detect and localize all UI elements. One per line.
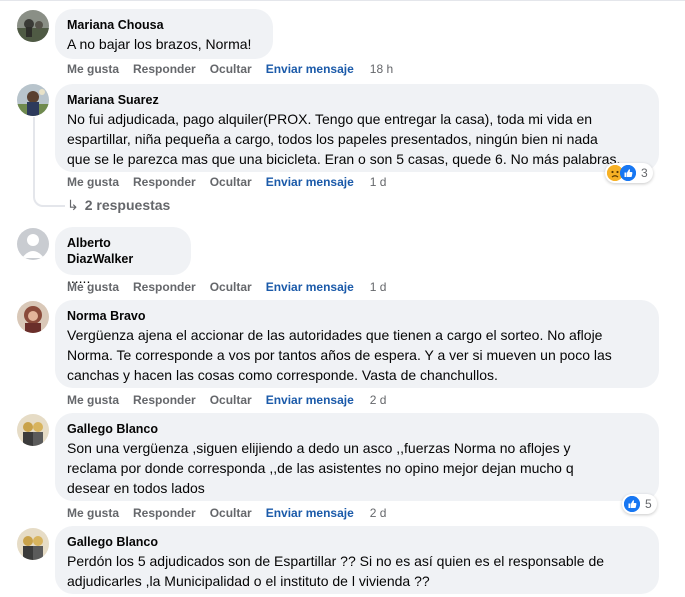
- comment-text: Son una vergüenza ,siguen elijiendo a de…: [67, 438, 647, 498]
- comment-author[interactable]: Mariana Suarez: [67, 92, 647, 108]
- like-link[interactable]: Me gusta: [67, 393, 119, 407]
- comment-actions: Me gusta Responder Ocultar Enviar mensaje 18…: [67, 62, 407, 76]
- comment-actions: Me gusta Responder Ocultar Enviar mensaje 2 …: [67, 393, 400, 407]
- reaction-count: 3: [641, 166, 648, 180]
- comment-author[interactable]: Alberto DiazWalker: [67, 235, 179, 267]
- comment-author[interactable]: Norma Bravo: [67, 308, 647, 324]
- like-link[interactable]: Me gusta: [67, 506, 119, 520]
- reply-link[interactable]: Responder: [133, 393, 196, 407]
- comment-line: reclama por donde corresponda ,,de las a…: [67, 460, 574, 476]
- comment-time[interactable]: 1 d: [370, 175, 387, 189]
- like-link[interactable]: Me gusta: [67, 280, 119, 294]
- comment-text: Perdón los 5 adjudicados son de Espartil…: [67, 551, 647, 591]
- comment-bubble: Gallego Blanco Son una vergüenza ,siguen…: [55, 413, 659, 501]
- reply-link[interactable]: Responder: [133, 62, 196, 76]
- comment-actions: Me gusta Responder Ocultar Enviar mensaje 1 …: [67, 280, 400, 294]
- comment-time[interactable]: 18 h: [370, 62, 393, 76]
- comment-line: espartillar, niña pequeña a cargo, todos…: [67, 131, 598, 147]
- avatar[interactable]: [17, 414, 49, 446]
- hide-link[interactable]: Ocultar: [210, 506, 252, 520]
- comment-text: Vergüenza ajena el accionar de las autor…: [67, 325, 647, 385]
- comment-line: Norma. Te corresponde a vos por tantos a…: [67, 347, 612, 363]
- comment-actions: Me gusta Responder Ocultar Enviar mensaje 2 …: [67, 506, 400, 520]
- reactions-summary[interactable]: 3: [605, 163, 653, 183]
- comment-author[interactable]: Gallego Blanco: [67, 421, 647, 437]
- hide-link[interactable]: Ocultar: [210, 62, 252, 76]
- comment-line: Vergüenza ajena el accionar de las autor…: [67, 327, 603, 343]
- like-icon: [624, 496, 640, 512]
- like-link[interactable]: Me gusta: [67, 62, 119, 76]
- comment-line: Perdón los 5 adjudicados son de Espartil…: [67, 553, 605, 569]
- send-message-link[interactable]: Enviar mensaje: [266, 62, 354, 76]
- reply-link[interactable]: Responder: [133, 280, 196, 294]
- send-message-link[interactable]: Enviar mensaje: [266, 175, 354, 189]
- send-message-link[interactable]: Enviar mensaje: [266, 393, 354, 407]
- reaction-count: 5: [645, 497, 652, 511]
- comment-text: No fui adjudicada, pago alquiler(PROX. T…: [67, 109, 647, 169]
- comment-line: adjudicarles ,la Municipalidad o el inst…: [67, 573, 430, 589]
- hide-link[interactable]: Ocultar: [210, 280, 252, 294]
- comment-author[interactable]: Mariana Chousa: [67, 17, 261, 33]
- reply-link[interactable]: Responder: [133, 175, 196, 189]
- avatar[interactable]: [17, 228, 49, 260]
- reactions-summary[interactable]: 5: [622, 494, 657, 514]
- comment-bubble: Alberto DiazWalker ......: [55, 227, 191, 286]
- comment-time[interactable]: 2 d: [370, 506, 387, 520]
- like-link[interactable]: Me gusta: [67, 175, 119, 189]
- comment-bubble: Norma Bravo Vergüenza ajena el accionar …: [55, 300, 659, 388]
- comment-line: canchas y hacen las cosas como correspon…: [67, 367, 498, 383]
- avatar[interactable]: [17, 301, 49, 333]
- comment-author[interactable]: Gallego Blanco: [67, 534, 647, 550]
- comment-bubble: Mariana Suarez No fui adjudicada, pago a…: [55, 84, 659, 172]
- avatar[interactable]: [17, 10, 49, 42]
- comment-line: No fui adjudicada, pago alquiler(PROX. T…: [67, 111, 593, 127]
- send-message-link[interactable]: Enviar mensaje: [266, 506, 354, 520]
- comment-time[interactable]: 2 d: [370, 393, 387, 407]
- replies-label: 2 respuestas: [84, 197, 171, 213]
- send-message-link[interactable]: Enviar mensaje: [266, 280, 354, 294]
- view-replies-link[interactable]: ↳ 2 respuestas: [67, 197, 170, 214]
- comment-time[interactable]: 1 d: [370, 280, 387, 294]
- avatar[interactable]: [17, 528, 49, 560]
- comment-line: que se le parezca mas que una bicicleta.…: [67, 151, 621, 167]
- comment-text: A no bajar los brazos, Norma!: [67, 36, 252, 52]
- thread-line: [33, 117, 65, 207]
- top-divider: [0, 0, 685, 1]
- comment-bubble: Mariana Chousa A no bajar los brazos, No…: [55, 9, 273, 59]
- comment-actions: Me gusta Responder Ocultar Enviar mensaje 1 …: [67, 175, 400, 189]
- comment-line: Son una vergüenza ,siguen elijiendo a de…: [67, 440, 571, 456]
- reply-arrow-icon: ↳: [67, 197, 79, 213]
- like-icon: [620, 165, 636, 181]
- comment-bubble: Gallego Blanco Perdón los 5 adjudicados …: [55, 526, 659, 594]
- avatar[interactable]: [17, 84, 49, 116]
- comment-line: desear en todos lados: [67, 480, 205, 496]
- reply-link[interactable]: Responder: [133, 506, 196, 520]
- hide-link[interactable]: Ocultar: [210, 175, 252, 189]
- hide-link[interactable]: Ocultar: [210, 393, 252, 407]
